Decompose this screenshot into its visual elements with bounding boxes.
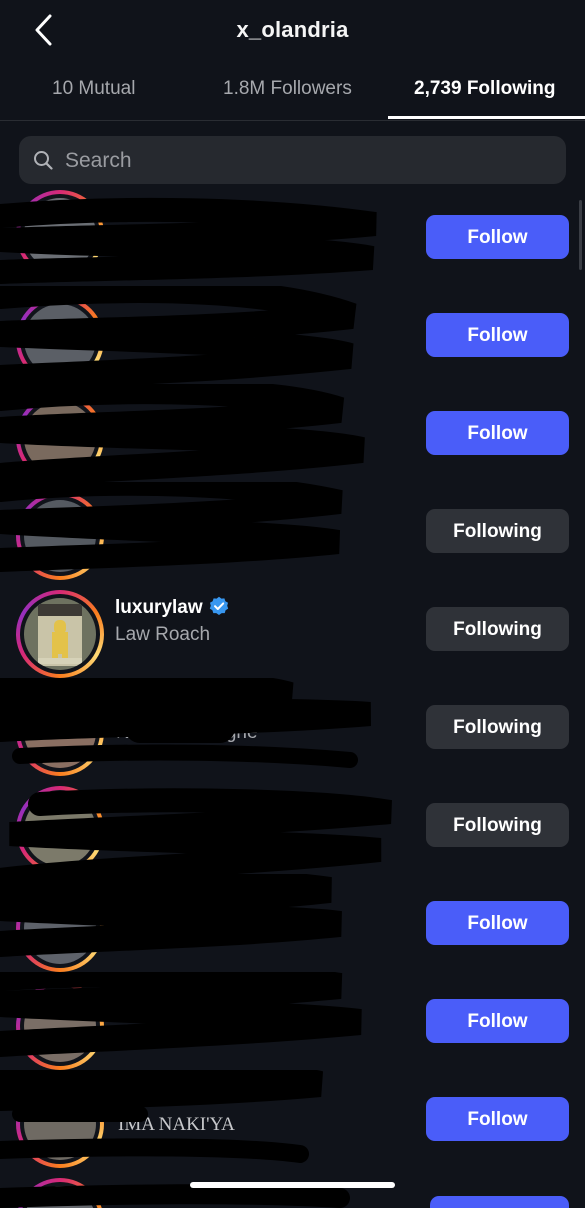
avatar[interactable] — [16, 1080, 104, 1168]
avatar[interactable] — [16, 190, 104, 278]
tab-followers[interactable]: 1.8M Followers — [223, 78, 352, 100]
follow-button[interactable]: Follow — [426, 215, 569, 259]
follow-button[interactable]: Follow — [426, 1097, 569, 1141]
follow-button[interactable]: Follow — [426, 999, 569, 1043]
list-item[interactable]: Following — [0, 482, 585, 580]
avatar[interactable] — [16, 688, 104, 776]
tab-bar: 10 Mutual 1.8M Followers 2,739 Following — [0, 62, 585, 121]
follow-button[interactable]: Follow — [426, 901, 569, 945]
header-bar: x_olandria — [0, 0, 585, 62]
username[interactable]: luxurylaw — [115, 596, 229, 619]
active-tab-indicator — [388, 116, 585, 119]
verified-badge-icon — [209, 596, 228, 615]
list-item[interactable]: IMA NAKI'YA Follow — [0, 1070, 585, 1168]
follow-button-partial[interactable] — [430, 1196, 569, 1208]
list-item[interactable]: nicol… Following — [0, 776, 585, 892]
avatar[interactable] — [16, 982, 104, 1070]
profile-username-title: x_olandria — [236, 17, 349, 42]
following-button[interactable]: Following — [426, 607, 569, 651]
full-name: Nicol…enbergne — [116, 722, 258, 743]
avatar[interactable] — [16, 296, 104, 384]
list-item[interactable]: Follow — [0, 874, 585, 972]
avatar[interactable] — [16, 590, 104, 678]
home-indicator[interactable] — [190, 1182, 395, 1188]
username[interactable]: nicol… — [115, 792, 178, 814]
search-input[interactable] — [63, 136, 547, 186]
following-button[interactable]: Following — [426, 803, 569, 847]
search-bar[interactable] — [19, 136, 566, 186]
list-item[interactable]: Follow — [0, 286, 585, 391]
following-button[interactable]: Following — [426, 705, 569, 749]
scrollbar[interactable] — [579, 200, 582, 270]
full-name: Law Roach — [115, 624, 211, 645]
tab-mutual[interactable]: 10 Mutual — [52, 78, 135, 100]
list-item[interactable]: Follow — [0, 188, 585, 286]
avatar[interactable] — [16, 786, 104, 874]
list-item[interactable]: Follow — [0, 384, 585, 489]
book-cover-avatar-image — [24, 598, 96, 670]
avatar[interactable] — [16, 394, 104, 482]
avatar[interactable] — [16, 492, 104, 580]
username-text: luxurylaw — [115, 597, 203, 618]
search-icon — [34, 151, 53, 170]
list-item[interactable] — [0, 1168, 585, 1208]
list-item[interactable]: Follow — [0, 972, 585, 1070]
list-item[interactable]: Nicol…enbergne Following — [0, 678, 585, 776]
follow-button[interactable]: Follow — [426, 411, 569, 455]
list-item[interactable]: luxurylaw Law Roach Following — [0, 580, 585, 678]
full-name: IMA NAKI'YA — [118, 1114, 235, 1135]
following-button[interactable]: Following — [426, 509, 569, 553]
follow-button[interactable]: Follow — [426, 313, 569, 357]
avatar[interactable] — [16, 1178, 104, 1208]
tab-following[interactable]: 2,739 Following — [414, 78, 555, 100]
avatar[interactable] — [16, 884, 104, 972]
